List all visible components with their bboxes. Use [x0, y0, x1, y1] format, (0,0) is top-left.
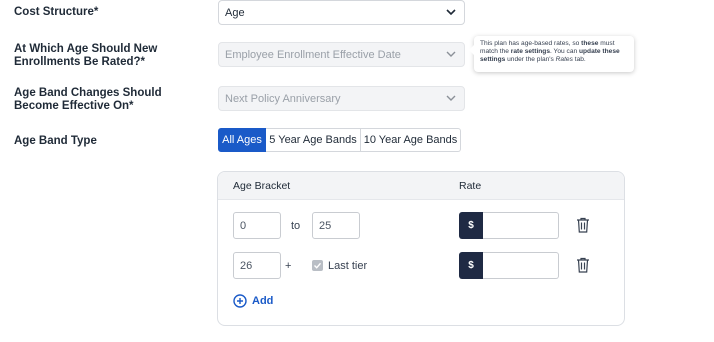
- cost-structure-label: Cost Structure*: [14, 6, 99, 18]
- age-band-changes-label: Age Band Changes Should Become Effective…: [14, 87, 162, 112]
- to-label: to: [291, 220, 301, 232]
- age-band-option-10-year[interactable]: 10 Year Age Bands: [361, 128, 461, 152]
- age-band-option-5-year[interactable]: 5 Year Age Bands: [266, 128, 361, 152]
- age-band-type-label: Age Band Type: [14, 135, 97, 147]
- currency-prefix: $: [459, 252, 483, 279]
- last-tier-label: Last tier: [328, 260, 368, 272]
- currency-prefix: $: [459, 212, 483, 239]
- age-band-type-toggle: All Ages 5 Year Age Bands 10 Year Age Ba…: [218, 128, 461, 152]
- rate-column-header: Rate: [459, 180, 482, 192]
- age-bracket-column-header: Age Bracket: [233, 180, 291, 192]
- add-label: Add: [252, 295, 274, 307]
- age-to-input[interactable]: 25: [312, 212, 360, 239]
- last-tier-checkbox[interactable]: [312, 260, 323, 271]
- chevron-down-icon: [446, 95, 456, 101]
- age-band-option-all-ages[interactable]: All Ages: [218, 128, 266, 152]
- plus-label: +: [285, 260, 292, 272]
- age-from-input[interactable]: 26: [233, 252, 281, 279]
- trash-icon[interactable]: [576, 257, 590, 273]
- age-from-input[interactable]: 0: [233, 212, 281, 239]
- enrollment-age-placeholder: Employee Enrollment Effective Date: [225, 48, 401, 61]
- age-bracket-card: Age Bracket Rate 0 to 25 $ 26 + Last tie…: [217, 171, 625, 326]
- trash-icon[interactable]: [576, 217, 590, 233]
- chevron-down-icon: [446, 9, 456, 16]
- rates-info-tooltip: This plan has age-based rates, so these …: [469, 36, 634, 72]
- age-band-changes-select[interactable]: Next Policy Anniversary: [218, 86, 465, 111]
- age-bracket-header: Age Bracket Rate: [218, 172, 624, 200]
- cost-structure-value: Age: [225, 6, 245, 19]
- enrollment-age-label: At Which Age Should New Enrollments Be R…: [14, 43, 158, 68]
- add-bracket-button[interactable]: Add: [233, 294, 273, 308]
- cost-structure-select[interactable]: Age: [218, 0, 465, 25]
- age-band-changes-placeholder: Next Policy Anniversary: [225, 92, 341, 105]
- chevron-down-icon: [446, 51, 456, 57]
- rate-input[interactable]: [483, 252, 559, 279]
- rate-input[interactable]: [483, 212, 559, 239]
- enrollment-age-select[interactable]: Employee Enrollment Effective Date: [218, 42, 465, 67]
- checkmark-icon: [314, 262, 322, 269]
- plus-circle-icon: [233, 294, 247, 308]
